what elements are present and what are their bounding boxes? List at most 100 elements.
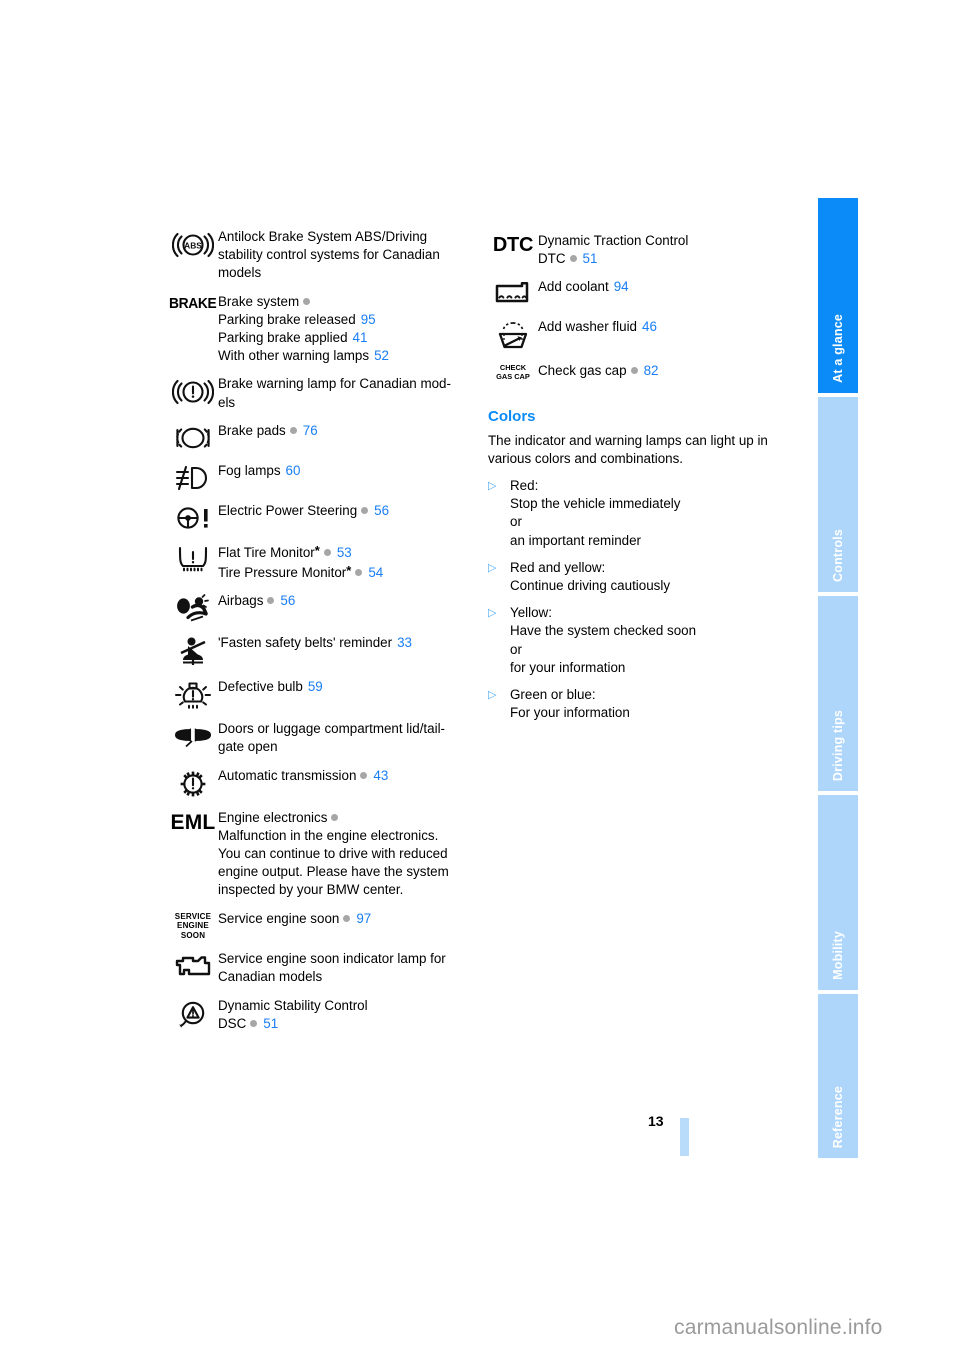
lamp-description-text: Service engine soon [218, 910, 340, 926]
gray-dot-marker [323, 548, 331, 556]
indicator-lamp-row: EML Engine electronics Malfunction in the … [168, 809, 478, 900]
lamp-description-text: Engine electronics [218, 809, 328, 825]
automatic-transmission-icon [168, 767, 218, 799]
lamp-description-line: Check gas cap 82 [538, 363, 658, 378]
page-reference-link[interactable]: 41 [353, 330, 368, 345]
brake-word-glyph: BRAKE [169, 294, 217, 312]
lamp-description: Doors or luggage compartment lid/tail-ga… [218, 720, 478, 756]
gray-dot-marker [343, 914, 351, 922]
indicator-lamp-row: 'Fasten safety belts' reminder 33 [168, 634, 478, 668]
page-reference-link[interactable]: 97 [356, 911, 371, 926]
chapter-tab-driving-tips[interactable]: Driving tips [818, 596, 858, 791]
lamp-description-line: Brake pads 76 [218, 423, 318, 438]
page-reference-link[interactable]: 51 [583, 251, 598, 266]
lamp-description-line: Automatic transmission 43 [218, 768, 388, 783]
lamp-description-text: Add washer fluid [538, 319, 637, 335]
page-reference-link[interactable]: 95 [361, 312, 376, 327]
lamp-description: Airbags 56 [218, 592, 478, 610]
lamp-description-line: 'Fasten safety belts' reminder 33 [218, 635, 412, 650]
optional-equipment-asterisk: * [314, 542, 320, 558]
indicator-lamp-row: Add washer fluid 46 [488, 318, 798, 352]
lamp-description-text: Brake warning lamp for Canadian mod- [218, 376, 451, 392]
chapter-tab-label: Controls [831, 529, 845, 582]
lamp-description-text: Service engine soon indicator lamp for [218, 951, 446, 967]
page-reference-link[interactable]: 60 [286, 463, 301, 478]
abs-warning-icon: ABS [168, 228, 218, 260]
page-reference-link[interactable]: 56 [280, 593, 295, 608]
eml-text-icon: EML [168, 809, 218, 835]
lamp-description-line: Brake warning lamp for Canadian mod- [218, 376, 451, 391]
lamp-description-text: Add coolant [538, 279, 609, 295]
colors-bullet-item: ▷ Red and yellow: Continue driving cautiou… [488, 559, 798, 595]
lamp-description-line: Flat Tire Monitor* 53 [218, 542, 352, 560]
lamp-description-text: Fog lamps [218, 462, 281, 478]
colors-bullet-text: Green or blue: For your information [510, 687, 630, 721]
chapter-tab-at-a-glance[interactable]: At a glance [818, 198, 858, 393]
indicator-lamp-row: Fog lamps 60 [168, 462, 478, 492]
dtc-text-icon: DTC [488, 232, 538, 257]
lamp-description: Brake system Parking brake released 95 Park… [218, 293, 478, 366]
lamp-description-line: Malfunction in the engine electronics. [218, 828, 438, 843]
lamp-description: Antilock Brake System ABS/Driving stabili… [218, 228, 478, 283]
door-open-icon [168, 720, 218, 748]
lamp-description-line: Dynamic Traction Control [538, 233, 688, 248]
lamp-description: Defective bulb 59 [218, 678, 478, 696]
lamp-description-line: DTC 51 [538, 251, 597, 266]
lamp-description-line: You can continue to drive with reduced [218, 846, 448, 861]
eml-word-glyph: EML [170, 810, 216, 834]
page-reference-link[interactable]: 56 [374, 503, 389, 518]
indicator-lamp-row: Doors or luggage compartment lid/tail-ga… [168, 720, 478, 756]
page-reference-link[interactable]: 94 [614, 279, 629, 294]
indicator-lamp-row: Dynamic Stability Control DSC 51 [168, 997, 478, 1033]
colors-bullet-text: Yellow: Have the system checked soon or for… [510, 605, 697, 675]
indicator-lamp-row: Brake pads 76 [168, 422, 478, 452]
lamp-description-line: DSC 51 [218, 1016, 278, 1031]
page-reference-link[interactable]: 51 [263, 1016, 278, 1031]
gray-dot-marker [361, 506, 369, 514]
page-reference-link[interactable]: 82 [644, 363, 659, 378]
colors-bullet-item: ▷ Yellow: Have the system checked soon or fo… [488, 604, 798, 677]
add-coolant-icon [488, 278, 538, 308]
indicator-lamp-row: SERVICE ENGINE SOON Service engine soon 97 [168, 910, 478, 941]
chapter-tab-mobility[interactable]: Mobility [818, 795, 858, 990]
airbags-icon [168, 592, 218, 624]
page-reference-link[interactable]: 53 [337, 545, 352, 560]
lamp-description-text: gate open [218, 739, 278, 755]
page-reference-link[interactable]: 46 [642, 319, 657, 334]
lamp-description-line: engine output. Please have the system [218, 864, 449, 879]
check-gas-cap-text-icon: CHECK GAS CAP [488, 362, 538, 381]
gray-dot-marker [331, 813, 339, 821]
lamp-description: Check gas cap 82 [538, 362, 798, 380]
page-reference-link[interactable]: 76 [303, 423, 318, 438]
chapter-tab-controls[interactable]: Controls [818, 397, 858, 592]
chapter-tab-reference[interactable]: Reference [818, 994, 858, 1158]
page-reference-link[interactable]: 52 [374, 348, 389, 363]
page-reference-link[interactable]: 59 [308, 679, 323, 694]
lamp-description: Automatic transmission 43 [218, 767, 478, 785]
colors-intro-text: The indicator and warning lamps can ligh… [488, 432, 768, 466]
colors-heading: Colors [488, 407, 536, 425]
lamp-description-line: Parking brake applied 41 [218, 330, 367, 345]
lamp-description-line: Fog lamps 60 [218, 463, 300, 478]
lamp-description: Brake warning lamp for Canadian mod-els [218, 375, 478, 411]
lamp-description-text: els [218, 394, 236, 410]
lamp-description: Service engine soon indicator lamp for Ca… [218, 950, 478, 986]
indicator-lamp-row: DTC Dynamic Traction Control DTC 51 [488, 232, 798, 268]
lamp-description-text: DTC [538, 251, 566, 267]
indicator-lamp-row: Add coolant 94 [488, 278, 798, 308]
lamp-description-line: Add washer fluid 46 [538, 319, 657, 334]
lamp-description-line: Service engine soon indicator lamp for [218, 951, 446, 966]
lamp-description-text: Tire Pressure Monitor [218, 565, 347, 581]
lamp-description-line: Parking brake released 95 [218, 312, 376, 327]
lamp-description-text: Parking brake released [218, 311, 356, 327]
lamp-description: Dynamic Traction Control DTC 51 [538, 232, 798, 268]
page-reference-link[interactable]: 33 [397, 635, 412, 650]
indicator-lamp-row: Electric Power Steering 56 [168, 502, 478, 532]
check-engine-icon [168, 950, 218, 980]
page-reference-link[interactable]: 43 [373, 768, 388, 783]
indicator-lamp-row: BRAKE Brake system Parking brake released 9… [168, 293, 478, 366]
lamp-description-text: Check gas cap [538, 363, 627, 379]
colors-bullet-text: Red and yellow: Continue driving cautious… [510, 559, 671, 594]
page-reference-link[interactable]: 54 [368, 565, 383, 580]
lamp-description-line: stability control systems for Canadian [218, 247, 440, 262]
